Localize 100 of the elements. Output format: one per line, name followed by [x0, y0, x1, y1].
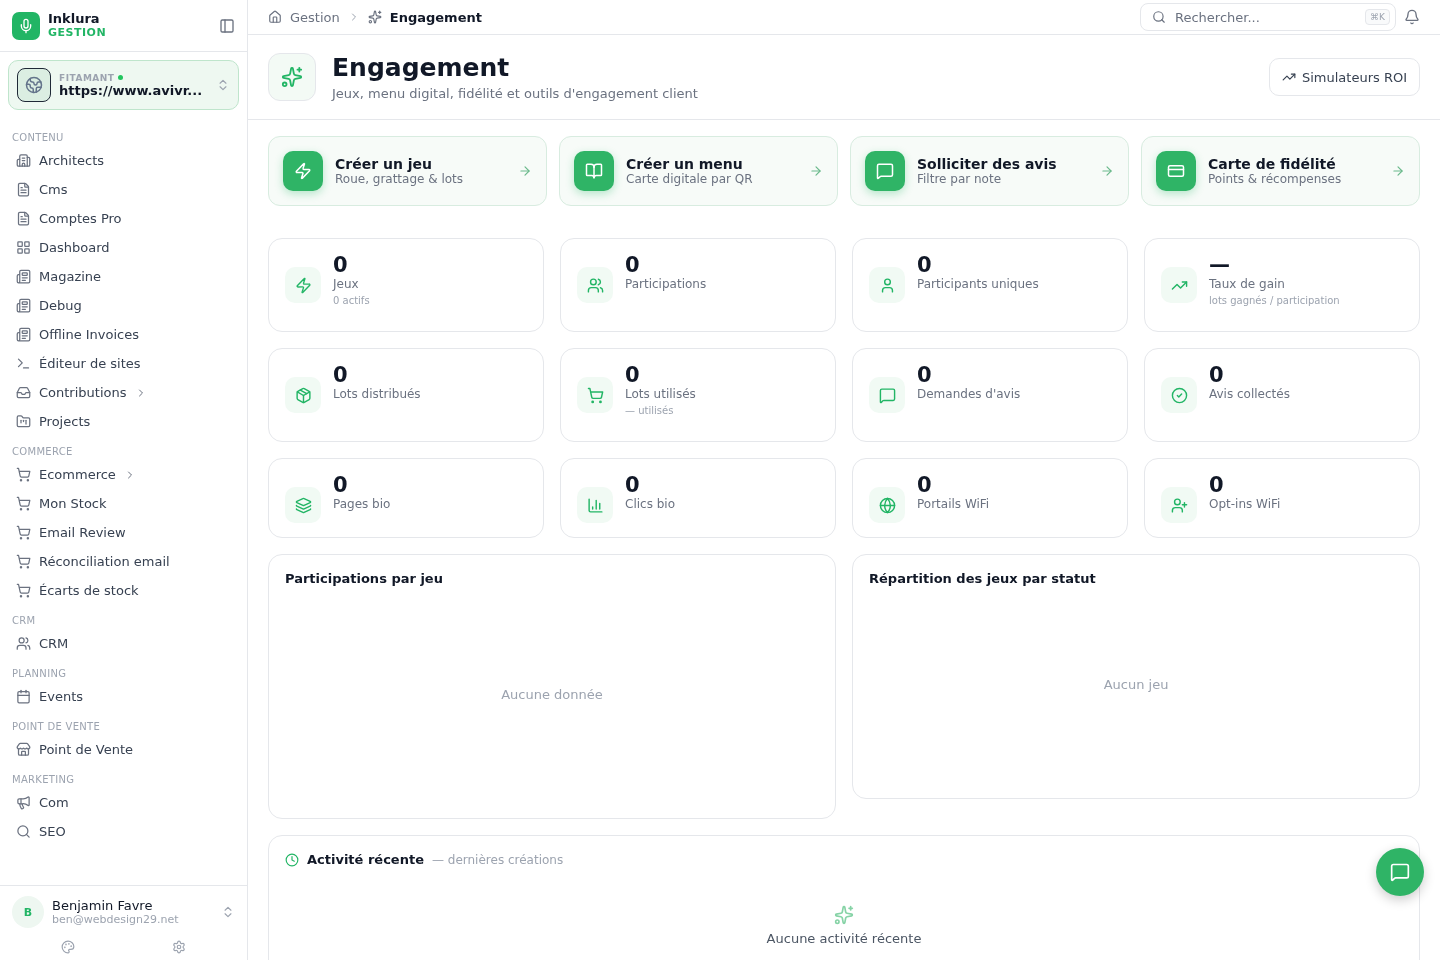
clock-icon	[285, 852, 299, 867]
inbox-icon	[16, 385, 31, 400]
panel-title: Participations par jeu	[285, 571, 444, 586]
cart-icon	[16, 525, 31, 540]
action-subtitle: Carte digitale par QR	[626, 172, 753, 186]
page-subtitle: Jeux, menu digital, fidélité et outils d'engagement client	[332, 86, 698, 101]
action-title: Créer un menu	[626, 156, 744, 172]
stat-label: Demandes d'avis	[917, 387, 1021, 401]
stat-value: 0	[917, 473, 933, 497]
bar-chart-icon	[577, 487, 613, 523]
action-subtitle: Roue, grattage & lots	[335, 172, 464, 186]
sidebar-item[interactable]: SEO	[0, 817, 247, 846]
sidebar-item[interactable]: Ecommerce	[0, 460, 247, 489]
sidebar-item[interactable]: CRM	[0, 629, 247, 658]
section-title: CONTENU	[11, 131, 65, 145]
sidebar-item[interactable]: Contributions	[0, 378, 247, 407]
user-name: Benjamin Favre	[52, 898, 154, 913]
breadcrumb-link[interactable]: Gestion	[290, 9, 340, 25]
sidebar-item[interactable]: Magazine	[0, 262, 247, 291]
sidebar-item[interactable]: Com	[0, 788, 247, 817]
action-subtitle: Points & récompenses	[1208, 172, 1342, 186]
action-card[interactable]: Solliciter des avis Filtre par note	[850, 136, 1129, 206]
sidebar-item[interactable]: Point de Vente	[0, 735, 247, 764]
trend-up-icon	[1161, 267, 1197, 303]
section-title: PLANNING	[11, 667, 68, 681]
action-title: Carte de fidélité	[1208, 156, 1337, 172]
stat-note: 0 actifs	[333, 295, 370, 306]
lightning-icon	[285, 267, 321, 303]
empty-message: Aucun jeu	[1103, 676, 1169, 692]
stat-value: 0	[625, 473, 641, 497]
action-subtitle: Filtre par note	[917, 172, 1003, 186]
section-title: CRM	[11, 614, 37, 628]
user-email: ben@webdesign29.net	[52, 913, 180, 926]
stat-label: Avis collectés	[1209, 387, 1290, 401]
sidebar-item[interactable]: Dashboard	[0, 233, 247, 262]
stat-label: Pages bio	[333, 497, 391, 511]
stat-label: Lots distribués	[333, 387, 421, 401]
stat-value: 0	[333, 473, 349, 497]
search-icon	[1152, 10, 1166, 24]
sidebar-item[interactable]: Écarts de stock	[0, 576, 247, 605]
action-card[interactable]: Créer un menu Carte digitale par QR	[559, 136, 838, 206]
palette-icon[interactable]	[60, 940, 75, 954]
action-card[interactable]: Carte de fidélité Points & récompenses	[1141, 136, 1420, 206]
sidebar-item[interactable]: Réconciliation email	[0, 547, 247, 576]
roi-button[interactable]: Simulateurs ROI	[1268, 58, 1420, 96]
search-icon	[16, 824, 31, 839]
chat-icon	[869, 377, 905, 413]
app-logo	[12, 11, 40, 40]
workspace-switcher[interactable]: FITAMANT https://www.avivr...	[8, 60, 239, 110]
stat-value: 0	[1209, 473, 1225, 497]
card-icon	[1156, 151, 1196, 191]
stat-label: Lots utilisés	[625, 387, 696, 401]
arrow-right-icon	[809, 164, 823, 178]
sidebar-item[interactable]: Debug	[0, 291, 247, 320]
empty-message: Aucune donnée	[501, 686, 603, 702]
newspaper-icon	[16, 269, 31, 284]
cart-icon	[16, 583, 31, 598]
stat-value: 0	[917, 363, 933, 387]
action-title: Créer un jeu	[335, 156, 433, 172]
sidebar-item[interactable]: Offline Invoices	[0, 320, 247, 349]
panel-note: — dernières créations	[431, 852, 564, 867]
stat-label: Jeux	[333, 277, 360, 291]
arrow-right-icon	[518, 164, 532, 178]
stat-label: Portails WiFi	[917, 497, 990, 511]
book-icon	[574, 151, 614, 191]
sidebar-toggle-icon[interactable]	[219, 17, 235, 34]
stat-label: Participations	[625, 277, 707, 291]
action-card[interactable]: Créer un jeu Roue, grattage & lots	[268, 136, 547, 206]
stat-value: 0	[625, 363, 641, 387]
brand-subtitle: GESTION	[48, 26, 108, 39]
sidebar-item[interactable]: Comptes Pro	[0, 204, 247, 233]
sparkles-icon	[367, 10, 382, 24]
newspaper-icon	[16, 298, 31, 313]
panel-title: Activité récente	[307, 852, 424, 867]
chat-button[interactable]	[1376, 848, 1424, 896]
megaphone-icon	[16, 795, 31, 810]
bell-icon[interactable]	[1404, 9, 1420, 25]
sparkles-icon	[268, 53, 316, 101]
sidebar-item[interactable]: Mon Stock	[0, 489, 247, 518]
stat-label: Clics bio	[625, 497, 675, 511]
stat-value: 0	[1209, 363, 1225, 387]
calendar-icon	[16, 689, 31, 704]
sidebar-item[interactable]: Architects	[0, 146, 247, 175]
sidebar-item[interactable]: Events	[0, 682, 247, 711]
users-icon	[16, 636, 31, 651]
sidebar-item[interactable]: Cms	[0, 175, 247, 204]
settings-icon[interactable]	[172, 940, 187, 954]
sidebar-item[interactable]: Projects	[0, 407, 247, 436]
sidebar-item[interactable]: Éditeur de sites	[0, 349, 247, 378]
cart-icon	[16, 467, 31, 482]
cart-icon	[577, 377, 613, 413]
folder-icon	[16, 414, 31, 429]
stat-label: Participants uniques	[917, 277, 1039, 291]
sidebar-item[interactable]: Email Review	[0, 518, 247, 547]
brand-name: Inklura	[48, 12, 101, 26]
stat-note: — utilisés	[625, 405, 675, 416]
cart-icon	[16, 496, 31, 511]
breadcrumb-current: Engagement	[389, 9, 482, 25]
user-plus-icon	[1161, 487, 1197, 523]
newspaper-icon	[16, 327, 31, 342]
